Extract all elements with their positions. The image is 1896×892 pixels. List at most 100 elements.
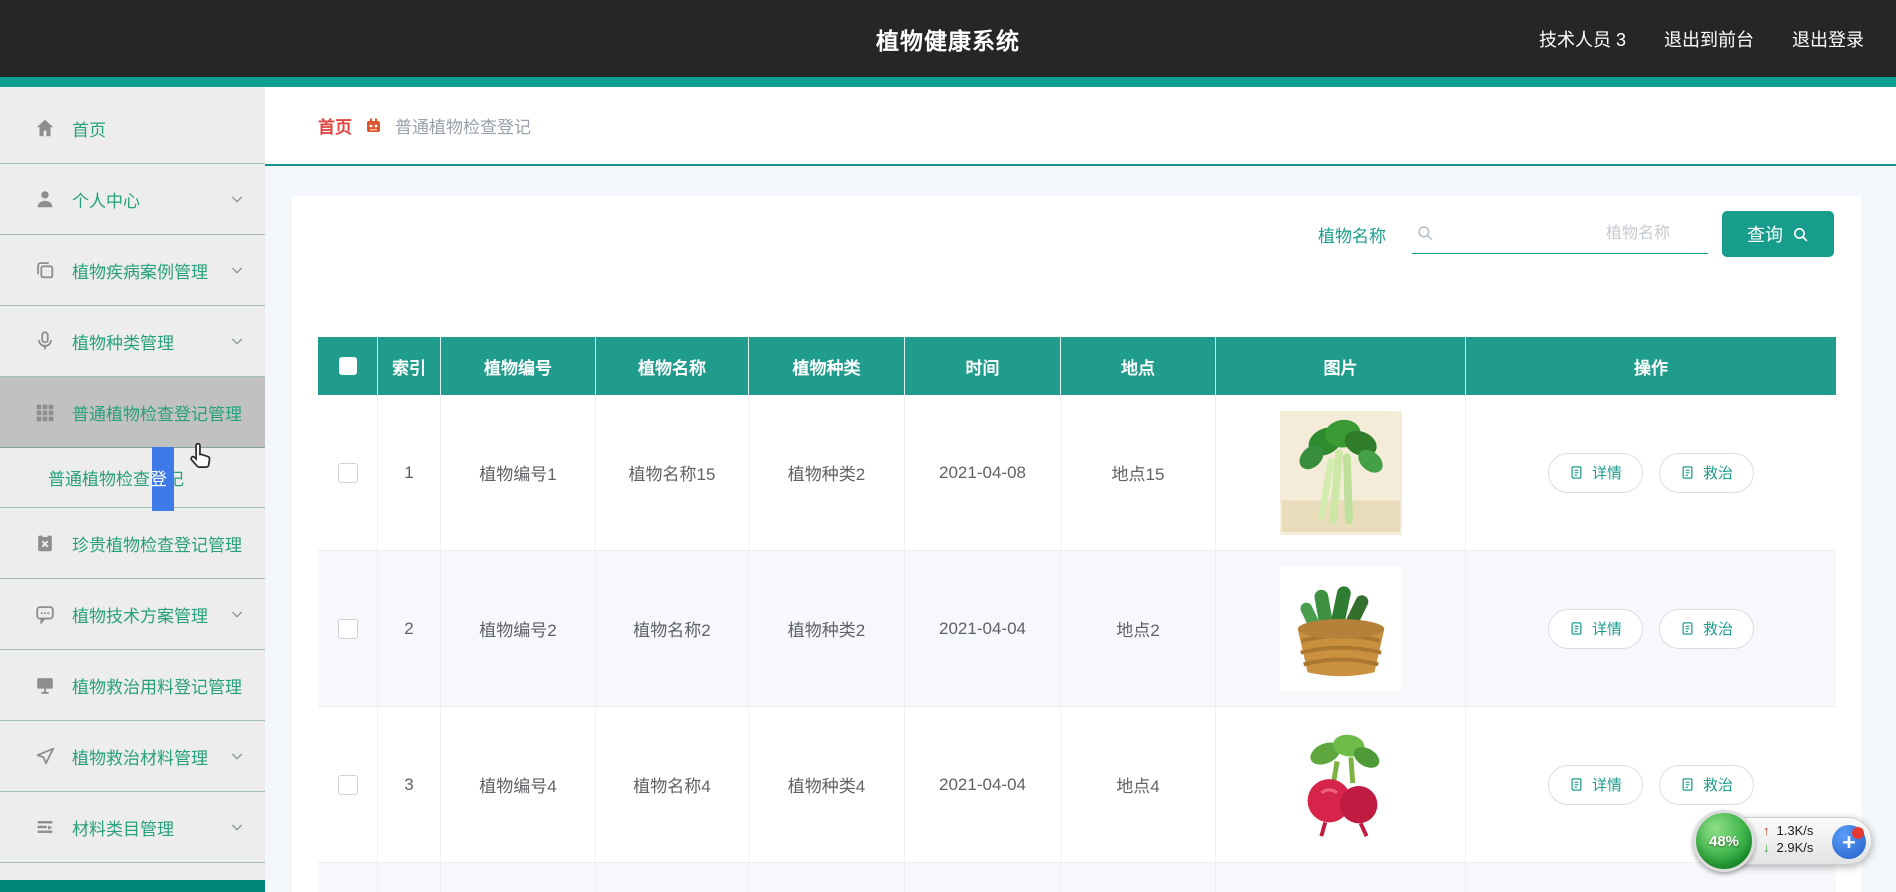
- sidebar-item-label: 植物疾病案例管理: [72, 258, 208, 283]
- search-icon: [1792, 226, 1809, 243]
- sidebar-item-label: 植物种类管理: [72, 329, 174, 354]
- row-checkbox[interactable]: [338, 775, 358, 795]
- chevron-down-icon: [229, 819, 245, 835]
- header-select-all: [318, 337, 378, 395]
- hand-cursor-icon: [186, 441, 218, 473]
- rescue-button[interactable]: 救治: [1659, 453, 1754, 493]
- sidebar-item-rescue-material-register-mgmt[interactable]: 植物救治用料登记管理: [0, 650, 265, 721]
- header-time: 时间: [905, 337, 1061, 395]
- chevron-down-icon: [229, 748, 245, 764]
- sidebar-item-label: 植物技术方案管理: [72, 602, 208, 627]
- sidebar: 首页 个人中心 植物疾病案例管理 植物种类管理: [0, 87, 265, 892]
- cell-location: 地点15: [1061, 395, 1216, 551]
- rescue-button-label: 救治: [1703, 774, 1733, 795]
- header-image: 图片: [1216, 337, 1466, 395]
- rescue-button-label: 救治: [1703, 618, 1733, 639]
- sidebar-item-tech-plan-mgmt[interactable]: 植物技术方案管理: [0, 579, 265, 650]
- header-actions: 操作: [1466, 337, 1836, 395]
- table-row: 3 植物编号4 植物名称4 植物种类4 2021-04-04 地点4: [318, 707, 1836, 863]
- progress-badge[interactable]: 48%: [1693, 810, 1755, 872]
- plant-health-system-page: 植物健康系统 技术人员 3 退出到前台 退出登录 首页 个人中心: [0, 0, 1896, 892]
- detail-button-label: 详情: [1592, 618, 1622, 639]
- cell-time: 2021-04-04: [905, 551, 1061, 707]
- row-actions: 详情 救治: [1548, 453, 1754, 493]
- subitem-label-selected: 登: [150, 465, 167, 490]
- content-card: 植物名称 查询 索引: [292, 196, 1862, 892]
- row-checkbox[interactable]: [338, 619, 358, 639]
- clipboard-x-icon: [34, 532, 56, 554]
- sidebar-item-personal-center[interactable]: 个人中心: [0, 164, 265, 235]
- search-icon: [1416, 224, 1434, 242]
- plant-image-leafy-greens: [1280, 411, 1402, 535]
- send-icon: [34, 745, 56, 767]
- table-row-partial: [318, 863, 1836, 892]
- cell-plant-type: 植物种类2: [749, 551, 905, 707]
- detail-button[interactable]: 详情: [1548, 453, 1643, 493]
- cell-plant-name: 植物名称4: [596, 707, 749, 863]
- sidebar-item-label: 材料类目管理: [72, 815, 174, 840]
- sidebar-subitem-common-plant-check[interactable]: 普通植物检查登记: [0, 448, 265, 508]
- sidebar-item-plant-types[interactable]: 植物种类管理: [0, 306, 265, 377]
- plants-table: 索引 植物编号 植物名称 植物种类 时间 地点 图片 操作 1 植物编号1 植物…: [318, 337, 1836, 892]
- rescue-button[interactable]: 救治: [1659, 765, 1754, 805]
- breadcrumb: 首页 普通植物检查登记: [265, 87, 1896, 166]
- header-location: 地点: [1061, 337, 1216, 395]
- header-user-link[interactable]: 技术人员 3: [1539, 26, 1626, 52]
- cell-index: 2: [378, 551, 441, 707]
- home-icon: [34, 117, 56, 139]
- list-icon: [34, 816, 56, 838]
- sidebar-item-label: 个人中心: [72, 187, 140, 212]
- detail-button[interactable]: 详情: [1548, 765, 1643, 805]
- query-button[interactable]: 查询: [1722, 211, 1834, 257]
- cell-index: 3: [378, 707, 441, 863]
- cell-index: 1: [378, 395, 441, 551]
- sidebar-item-rescue-materials-mgmt[interactable]: 植物救治材料管理: [0, 721, 265, 792]
- add-button[interactable]: +: [1832, 825, 1866, 859]
- sidebar-item-precious-plant-check-mgmt[interactable]: 珍贵植物检查登记管理: [0, 508, 265, 579]
- cell-location: 地点2: [1061, 551, 1216, 707]
- rescue-button-label: 救治: [1703, 462, 1733, 483]
- rescue-button[interactable]: 救治: [1659, 609, 1754, 649]
- logout-link[interactable]: 退出登录: [1792, 26, 1864, 52]
- cell-time: 2021-04-04: [905, 707, 1061, 863]
- sidebar-item-label: 首页: [72, 116, 106, 141]
- sidebar-item-label: 植物救治用料登记管理: [72, 673, 242, 698]
- download-speed: 2.9K/s: [1777, 840, 1814, 855]
- subitem-label-pre: 普通植物检查: [48, 465, 150, 490]
- row-checkbox[interactable]: [338, 463, 358, 483]
- chevron-down-icon: [229, 262, 245, 278]
- notification-dot: [1852, 827, 1864, 839]
- header-plant-no: 植物编号: [441, 337, 596, 395]
- breadcrumb-separator-icon: [365, 117, 382, 134]
- net-speeds: ↑ 1.3K/s ↓ 2.9K/s: [1763, 823, 1813, 855]
- plant-name-search-input[interactable]: [1412, 214, 1708, 253]
- table-row: 1 植物编号1 植物名称15 植物种类2 2021-04-08 地点15: [318, 395, 1836, 551]
- breadcrumb-current: 普通植物检查登记: [395, 113, 531, 138]
- exit-to-front-link[interactable]: 退出到前台: [1664, 26, 1754, 52]
- download-arrow-icon: ↓: [1763, 840, 1770, 855]
- cell-plant-no: 植物编号2: [441, 551, 596, 707]
- header-plant-type: 植物种类: [749, 337, 905, 395]
- grid-icon: [34, 401, 56, 423]
- cell-plant-no: 植物编号4: [441, 707, 596, 863]
- header-links: 技术人员 3 退出到前台 退出登录: [1539, 26, 1864, 52]
- select-all-checkbox[interactable]: [339, 357, 357, 375]
- sidebar-item-label: 植物救治材料管理: [72, 744, 208, 769]
- accent-strip: [0, 77, 1896, 87]
- sidebar-item-disease-cases[interactable]: 植物疾病案例管理: [0, 235, 265, 306]
- search-row: 植物名称 查询: [292, 208, 1862, 260]
- chevron-down-icon: [229, 333, 245, 349]
- detail-button[interactable]: 详情: [1548, 609, 1643, 649]
- search-box: [1412, 214, 1708, 254]
- upload-speed: 1.3K/s: [1777, 823, 1814, 838]
- sidebar-item-material-category-mgmt[interactable]: 材料类目管理: [0, 792, 265, 863]
- sidebar-item-common-plant-check-mgmt[interactable]: 普通植物检查登记管理: [0, 377, 265, 448]
- cell-plant-type: 植物种类2: [749, 395, 905, 551]
- breadcrumb-home-link[interactable]: 首页: [318, 113, 352, 138]
- sidebar-item-label: 珍贵植物检查登记管理: [72, 531, 242, 556]
- sidebar-item-home[interactable]: 首页: [0, 93, 265, 164]
- monitor-icon: [34, 674, 56, 696]
- microphone-icon: [34, 330, 56, 352]
- copy-icon: [34, 259, 56, 281]
- main-content: 首页 普通植物检查登记 植物名称 查询: [265, 87, 1896, 892]
